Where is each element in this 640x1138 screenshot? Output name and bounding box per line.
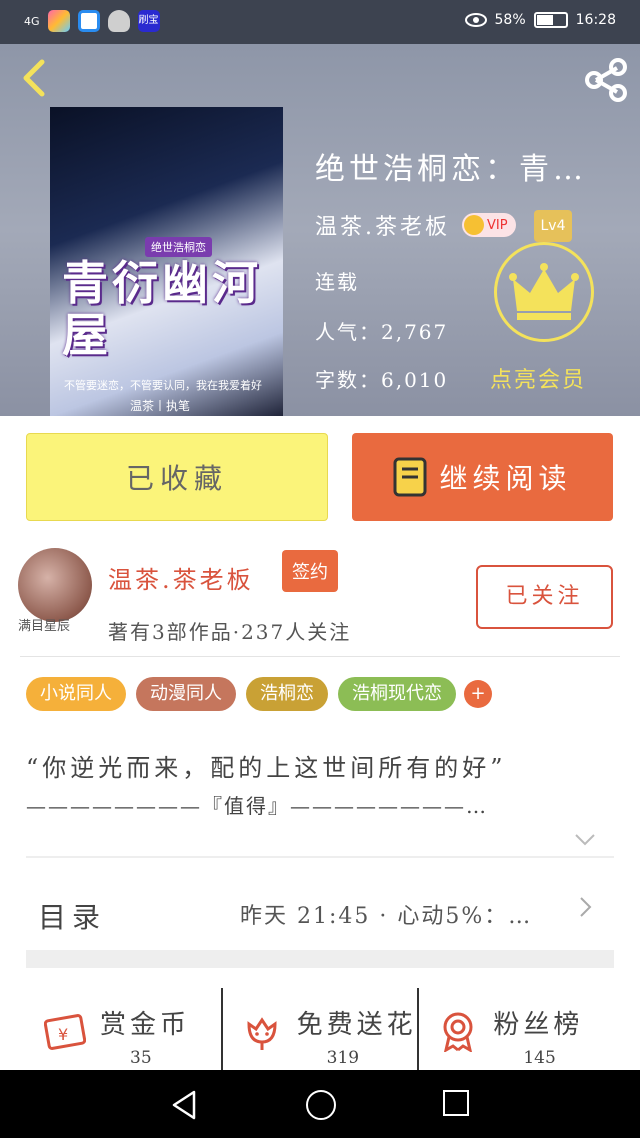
signal-indicator: 4G	[24, 14, 40, 28]
level-badge: Lv4	[534, 210, 572, 242]
section-divider	[26, 950, 614, 968]
cover-tagline: 不管要迷恋，不管要认同，我在我爱着好	[64, 379, 262, 392]
nav-home-icon[interactable]	[306, 1090, 336, 1120]
collect-button[interactable]: 已收藏	[26, 433, 328, 521]
catalog-label: 目录	[38, 901, 107, 934]
divider	[26, 856, 614, 858]
latest-update: 昨天 21:45 · 心动5%：…	[240, 904, 533, 929]
crown-icon	[509, 263, 579, 320]
book-title: 绝世浩桐恋：青…	[315, 152, 587, 187]
popularity: 人气：2,767	[315, 320, 449, 344]
divider	[20, 656, 620, 657]
cover-title: 青衍幽河屋	[62, 256, 262, 362]
light-member-label[interactable]: 点亮会员	[490, 362, 586, 394]
book-header: 绝世浩桐恋 青衍幽河屋 不管要迷恋，不管要认同，我在我爱着好 温茶丨执笔 绝世浩…	[0, 44, 640, 416]
stat-value: 319	[326, 1048, 360, 1068]
author-stats: 著有3部作品·237人关注	[108, 620, 352, 644]
author-name[interactable]: 温茶.茶老板	[108, 560, 254, 595]
intro-quote: “你逆光而来，配的上这世间所有的好”	[26, 754, 507, 782]
stat-label: 赏金币	[100, 1010, 191, 1040]
continue-reading-button[interactable]: 继续阅读	[352, 433, 613, 521]
signed-badge: 签约	[282, 550, 338, 592]
status-bar: 4G 刷宝 58% 16:28	[0, 0, 640, 44]
serial-status: 连载	[315, 270, 359, 294]
follow-button[interactable]: 已关注	[476, 565, 613, 629]
flower-icon	[247, 1017, 277, 1050]
continue-reading-label: 继续阅读	[439, 462, 572, 495]
author-avatar[interactable]	[18, 548, 92, 622]
fan-ranking-stat[interactable]: 粉丝榜 145	[417, 988, 614, 1070]
tag-item[interactable]: 小说同人	[26, 677, 126, 711]
battery-icon	[533, 12, 568, 28]
shuabao-notification-icon: 刷宝	[137, 10, 160, 32]
nav-recents-icon[interactable]	[443, 1090, 469, 1116]
tag-item[interactable]: 浩桐现代恋	[338, 677, 456, 711]
chevron-right-icon	[580, 897, 592, 917]
book-cover[interactable]: 绝世浩桐恋 青衍幽河屋 不管要迷恋，不管要认同，我在我爱着好 温茶丨执笔	[50, 107, 283, 416]
stat-value: 145	[523, 1048, 556, 1068]
reward-coins-stat[interactable]: ¥ 赏金币 35	[26, 988, 221, 1070]
qq-notification-icon	[107, 10, 130, 32]
header-author-name[interactable]: 温茶.茶老板	[315, 209, 450, 241]
catalog-row[interactable]: 目录 昨天 21:45 · 心动5%：…	[26, 862, 614, 954]
member-crown-button[interactable]	[494, 242, 594, 342]
system-nav-bar	[0, 1070, 640, 1138]
clock: 16:28	[575, 12, 616, 28]
cover-author: 温茶丨执笔	[130, 399, 191, 413]
chevron-down-icon[interactable]	[574, 832, 596, 848]
share-icon[interactable]	[582, 56, 630, 104]
tag-item[interactable]: 浩桐恋	[246, 677, 328, 711]
cover-series-tag: 绝世浩桐恋	[145, 237, 212, 257]
stat-label: 粉丝榜	[493, 1010, 584, 1040]
bottom-stats: ¥ 赏金币 35 免费送花 319 粉丝榜 145	[26, 988, 614, 1070]
medal-icon	[443, 1012, 473, 1052]
word-count: 字数：6,010	[315, 368, 449, 392]
vip-badge: VIP	[462, 213, 516, 237]
avatar-caption: 满目星辰	[18, 619, 71, 634]
stat-label: 免费送花	[296, 1010, 417, 1040]
battery-percent: 58%	[494, 12, 526, 28]
tag-list: 小说同人 动漫同人 浩桐恋 浩桐现代恋 +	[26, 677, 492, 711]
svg-text:¥: ¥	[58, 1025, 68, 1044]
book-icon	[393, 457, 427, 497]
vip-crown-icon	[464, 215, 484, 235]
free-flower-stat[interactable]: 免费送花 319	[220, 988, 418, 1070]
back-arrow-icon[interactable]	[16, 56, 52, 100]
app-notification-icon	[47, 10, 70, 32]
add-tag-button[interactable]: +	[464, 680, 492, 708]
eye-icon	[464, 13, 487, 27]
tag-item[interactable]: 动漫同人	[136, 677, 236, 711]
intro-line2: ————————『值得』————————…	[26, 794, 488, 818]
nav-back-icon[interactable]	[170, 1090, 198, 1120]
stat-value: 35	[130, 1048, 152, 1068]
coin-envelope-icon: ¥	[44, 1014, 86, 1050]
browser-notification-icon	[77, 10, 100, 32]
